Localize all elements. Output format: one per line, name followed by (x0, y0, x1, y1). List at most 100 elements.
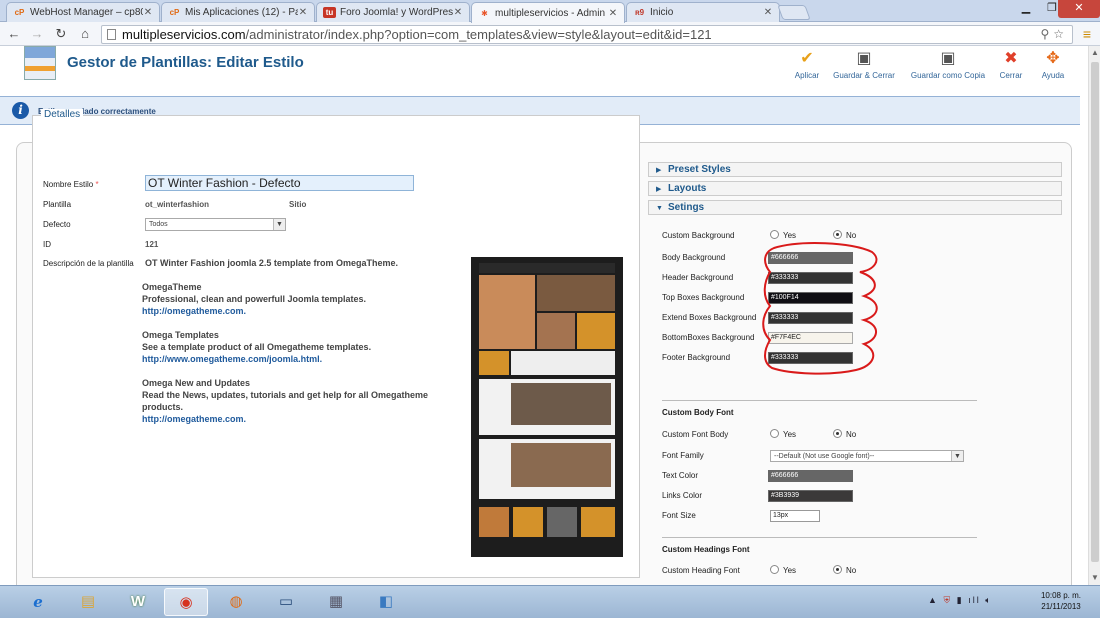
desc-news-text-2: products. (142, 402, 184, 412)
battery-icon[interactable]: ▮ (957, 595, 964, 605)
info-icon: i (12, 102, 29, 119)
divider (662, 537, 977, 538)
file-explorer-icon[interactable]: ▤ (66, 588, 110, 616)
custom-font-body-no-radio[interactable] (833, 429, 842, 438)
bottom-boxes-background-label: BottomBoxes Background (662, 333, 755, 342)
back-icon[interactable]: ← (5, 25, 23, 43)
scroll-down-icon[interactable]: ▼ (1091, 573, 1099, 582)
close-tab-icon[interactable]: ✕ (143, 7, 153, 18)
system-tray[interactable]: ▲ ⛨ ▮ ıll 🔈︎ (928, 595, 993, 606)
save-icon: ▣ (856, 50, 872, 67)
chrome-icon[interactable]: ◉ (164, 588, 208, 616)
top-boxes-background-input[interactable]: #100F14 (768, 292, 853, 304)
close-button[interactable]: ✖ Cerrar (996, 50, 1026, 80)
search-icon[interactable]: ⚲ (1040, 27, 1053, 41)
details-legend: Detalles (41, 109, 84, 120)
check-icon: ✔ (800, 50, 814, 67)
browser-tab-foro[interactable]: tu Foro Joomla! y WordPress ✕ (316, 2, 470, 22)
close-tab-icon[interactable]: ✕ (453, 7, 463, 18)
new-tab-button[interactable] (777, 5, 811, 20)
template-label: Plantilla (43, 200, 72, 209)
custom-background-label: Custom Background (662, 231, 735, 240)
address-bar[interactable]: multipleservicios.com/administrator/inde… (101, 25, 1073, 44)
custom-heading-font-yes-radio[interactable] (770, 565, 779, 574)
custom-background-no-label: No (846, 231, 857, 240)
network-signal-icon[interactable]: ıll (968, 595, 981, 605)
reload-icon[interactable]: ↻ (52, 25, 70, 43)
chevron-down-icon: ▼ (951, 451, 963, 461)
id-value: 121 (145, 240, 159, 249)
minimize-icon[interactable]: ▁ (1012, 0, 1040, 18)
desc-news-title: Omega New and Updates (142, 378, 251, 388)
browser-tab-inicio[interactable]: ʀ9 Inicio ✕ (626, 2, 780, 22)
firefox-icon[interactable]: ◍ (214, 588, 258, 616)
desc-news-text: Read the News, updates, tutorials and ge… (142, 390, 429, 400)
calculator-icon[interactable]: ▦ (314, 588, 358, 616)
custom-font-body-label: Custom Font Body (662, 430, 729, 439)
webmatrix-icon[interactable]: W (116, 588, 160, 616)
links-color-input[interactable]: #3B3939 (768, 490, 853, 502)
body-background-label: Body Background (662, 253, 726, 262)
close-window-icon[interactable]: ✕ (1058, 0, 1100, 18)
notes-icon[interactable]: ◧ (364, 588, 408, 616)
extend-boxes-background-input[interactable]: #333333 (768, 312, 853, 324)
cpanel-icon: cP (14, 8, 25, 17)
desc-news-link[interactable]: http://omegatheme.com. (142, 413, 246, 425)
links-color-label: Links Color (662, 491, 703, 500)
browser-tab-admin[interactable]: ✱ multipleservicios - Admin ✕ (471, 2, 625, 23)
text-color-input[interactable]: #666666 (768, 470, 853, 482)
custom-heading-font-yes-label: Yes (783, 566, 797, 575)
close-tab-icon[interactable]: ✕ (608, 8, 618, 19)
settings-toggle[interactable]: ▼ Setings (648, 200, 1062, 215)
template-manager-logo-icon (24, 46, 56, 80)
browser-tab-aplicaciones[interactable]: cP Mis Aplicaciones (12) - Pa ✕ (161, 2, 315, 22)
desc-templates-link[interactable]: http://www.omegatheme.com/joomla.html. (142, 353, 322, 365)
custom-body-font-heading: Custom Body Font (662, 408, 734, 417)
scrollbar-thumb[interactable] (1091, 62, 1099, 562)
custom-background-no-radio[interactable] (833, 230, 842, 239)
body-background-input[interactable]: #666666 (768, 252, 853, 264)
browser-toolbar: ← → ↻ ⌂ multipleservicios.com/administra… (0, 22, 1100, 46)
browser-tab-whm[interactable]: cP WebHost Manager – cp80 ✕ (6, 2, 160, 22)
url-host: multipleservicios.com (122, 27, 246, 42)
font-size-input[interactable]: 13px (770, 510, 820, 522)
custom-font-body-yes-radio[interactable] (770, 429, 779, 438)
style-name-input[interactable]: OT Winter Fashion - Defecto (145, 175, 414, 191)
forward-icon[interactable]: → (28, 25, 46, 43)
security-icon[interactable]: ⛨ (943, 595, 952, 605)
footer-background-input[interactable]: #333333 (768, 352, 853, 364)
system-clock[interactable]: 10:08 p. m. 21/11/2013 (1026, 590, 1096, 612)
style-name-label: Nombre Estilo * (43, 180, 99, 189)
layouts-toggle[interactable]: ▶ Layouts (648, 181, 1062, 196)
save-copy-button[interactable]: ▣ Guardar como Copia (906, 50, 990, 80)
help-button[interactable]: ✥ Ayuda (1038, 50, 1068, 80)
top-boxes-background-label: Top Boxes Background (662, 293, 745, 302)
page-scrollbar[interactable]: ▲ ▼ (1088, 46, 1100, 585)
apply-button[interactable]: ✔ Aplicar (790, 50, 824, 80)
joomla-icon: ✱ (481, 8, 488, 18)
url-path: /administrator/index.php?option=com_temp… (245, 27, 712, 42)
remote-desktop-icon[interactable]: ▭ (264, 588, 308, 616)
browser-menu-icon[interactable]: ≡ (1080, 26, 1094, 42)
default-select[interactable]: Todos ▼ (145, 218, 286, 231)
custom-background-yes-radio[interactable] (770, 230, 779, 239)
cpanel-icon: cP (169, 8, 180, 17)
preset-styles-toggle[interactable]: ▶ Preset Styles (648, 162, 1062, 177)
internet-explorer-icon[interactable]: e (16, 588, 60, 616)
header-background-input[interactable]: #333333 (768, 272, 853, 284)
desc-templates-title: Omega Templates (142, 330, 219, 340)
page-icon (107, 29, 116, 40)
desc-omegatheme-link[interactable]: http://omegatheme.com. (142, 305, 246, 317)
scroll-up-icon[interactable]: ▲ (1091, 48, 1099, 57)
bookmark-star-icon[interactable]: ☆ (1053, 27, 1068, 41)
volume-icon[interactable]: 🔈︎ (985, 595, 992, 605)
bottom-boxes-background-input[interactable]: #F7F4EC (768, 332, 853, 344)
home-icon[interactable]: ⌂ (76, 25, 94, 43)
font-family-select[interactable]: --Default (Not use Google font)-- ▼ (770, 450, 964, 462)
save-close-button[interactable]: ▣ Guardar & Cerrar (830, 50, 898, 80)
close-tab-icon[interactable]: ✕ (298, 7, 308, 18)
custom-heading-font-no-radio[interactable] (833, 565, 842, 574)
show-hidden-icons-icon[interactable]: ▲ (928, 595, 939, 605)
chevron-right-icon: ▶ (656, 167, 662, 174)
close-tab-icon[interactable]: ✕ (763, 7, 773, 18)
